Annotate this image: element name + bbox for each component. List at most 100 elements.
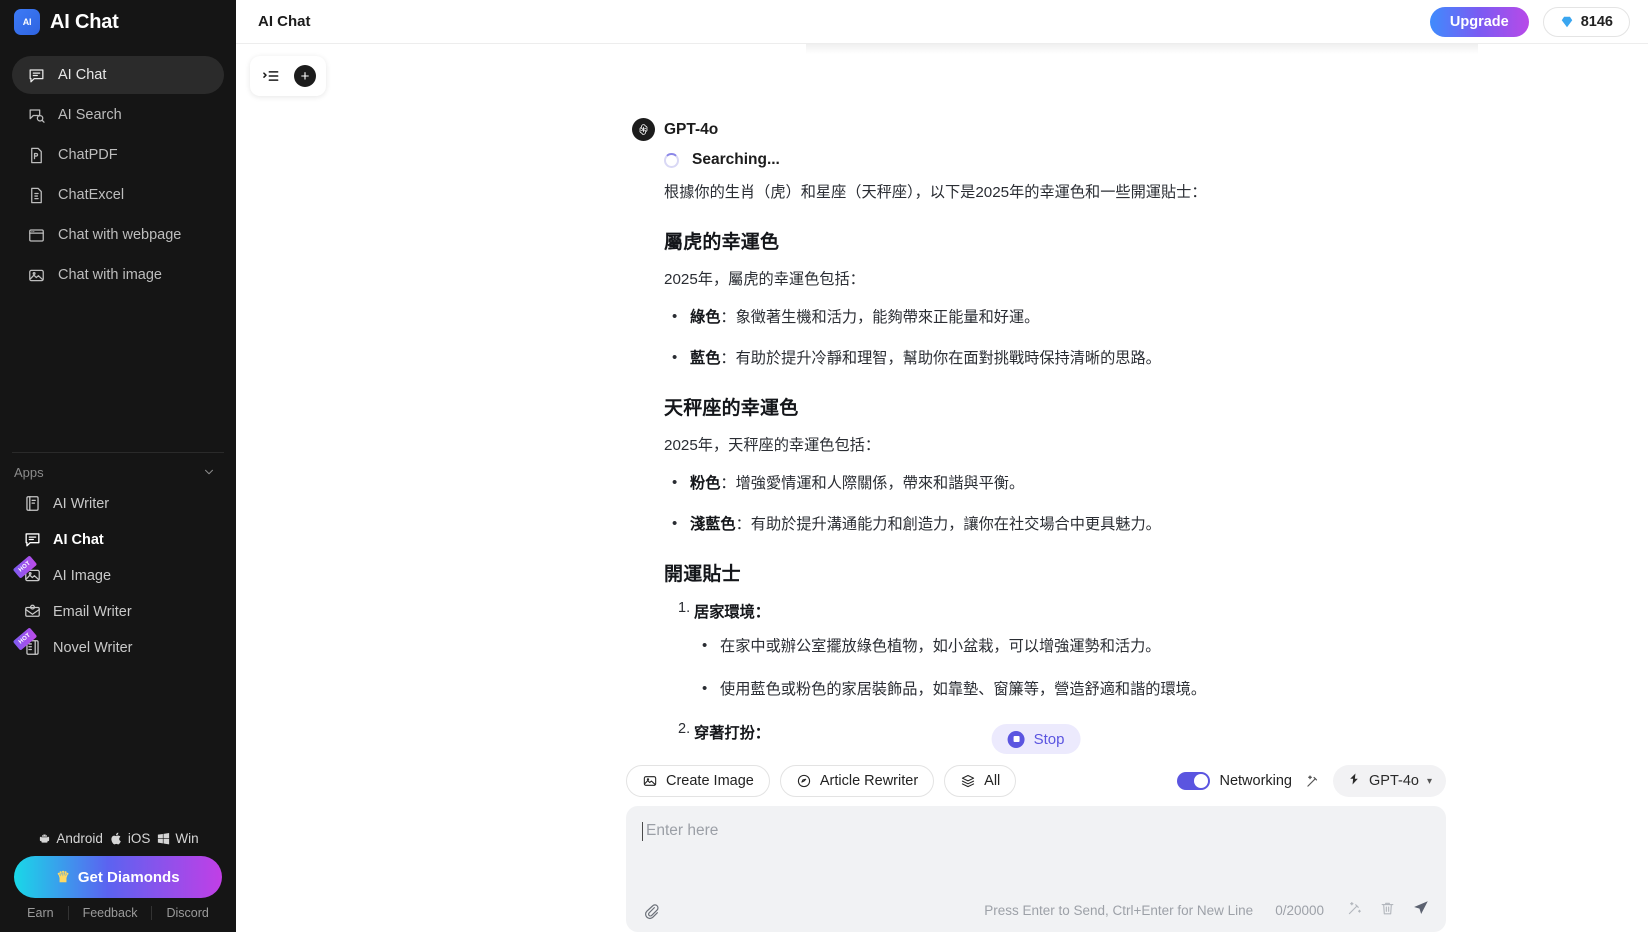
image-icon	[26, 265, 46, 285]
all-tools-button[interactable]: All	[944, 765, 1017, 797]
composer-toolbar: Create Image Article Rewriter All Networ…	[626, 760, 1446, 802]
paperclip-icon[interactable]	[642, 902, 660, 920]
sidebar-item-label: ChatPDF	[58, 147, 118, 163]
tip-title: 居家環境：	[694, 603, 770, 621]
input-hint: Press Enter to Send, Ctrl+Enter for New …	[984, 903, 1254, 918]
page-title: AI Chat	[258, 13, 311, 30]
message-input-box[interactable]: Enter here Press Enter to Send, Ctrl+Ent…	[626, 806, 1446, 932]
message-header: GPT-4o	[632, 118, 1432, 141]
input-footer: Press Enter to Send, Ctrl+Enter for New …	[626, 899, 1446, 922]
create-image-button[interactable]: Create Image	[626, 765, 770, 797]
search-input-placeholder: Enter here	[646, 822, 719, 839]
history-list-icon[interactable]	[260, 65, 282, 87]
app-item-ai-image[interactable]: HOT AI Image	[0, 554, 236, 594]
app-item-label: AI Writer	[53, 495, 110, 512]
message-model-name: GPT-4o	[664, 120, 719, 138]
main-panel: AI Chat Upgrade 8146 + GPT-4o Searching.…	[236, 0, 1648, 932]
app-item-ai-chat[interactable]: AI Chat	[0, 522, 236, 558]
app-item-novel-writer[interactable]: HOT Novel Writer	[0, 626, 236, 666]
magic-wand-icon[interactable]	[1346, 900, 1363, 922]
chat-bubble-icon	[22, 530, 42, 550]
diamond-balance-chip[interactable]: 8146	[1542, 6, 1630, 37]
networking-label: Networking	[1219, 773, 1292, 789]
app-item-label: Novel Writer	[53, 639, 133, 656]
brand[interactable]: AI AI Chat	[0, 0, 236, 44]
topbar-actions: Upgrade 8146	[1429, 6, 1630, 37]
chevron-down-icon[interactable]	[202, 465, 216, 479]
networking-toggle[interactable]: Networking	[1177, 772, 1292, 790]
composer: Stop Create Image Article Rewriter All N…	[626, 724, 1446, 932]
app-item-ai-writer[interactable]: AI Writer	[0, 486, 236, 522]
model-selector[interactable]: GPT-4o ▾	[1333, 765, 1446, 797]
apps-section-label: Apps	[14, 464, 44, 480]
article-rewriter-button[interactable]: Article Rewriter	[779, 765, 935, 797]
chat-bubble-icon	[26, 65, 46, 85]
sidebar-footer-links: Earn Feedback Discord	[0, 906, 236, 932]
footer-link-discord[interactable]: Discord	[151, 906, 222, 920]
brand-logo-text: AI	[22, 17, 32, 27]
chat-content-area: + GPT-4o Searching... 根據你的生肖（虎）和星座（天秤座），…	[236, 44, 1648, 932]
envelope-icon	[22, 602, 42, 622]
tip-sublist: 在家中或辦公室擺放綠色植物，如小盆栽，可以增強運勢和活力。 使用藍色或粉色的家居…	[694, 635, 1432, 702]
get-diamonds-button[interactable]: ♛ Get Diamonds	[14, 856, 222, 898]
section-lead-2: 2025年，天秤座的幸運色包括：	[664, 436, 881, 454]
app-item-label: AI Image	[53, 567, 112, 584]
sidebar-item-chat-with-image[interactable]: Chat with image	[12, 256, 224, 294]
platform-label: Win	[175, 831, 199, 846]
list-item: 綠色：象徵著生機和活力，能夠帶來正能量和好運。	[664, 306, 1432, 330]
bullet-term: 粉色	[690, 475, 721, 493]
sidebar-item-chat-with-webpage[interactable]: Chat with webpage	[12, 216, 224, 254]
diamond-icon	[1560, 15, 1574, 29]
app-item-email-writer[interactable]: Email Writer	[0, 594, 236, 630]
trash-icon[interactable]	[1379, 900, 1396, 922]
scroll-shadow	[806, 44, 1478, 54]
app-item-label: Email Writer	[53, 603, 132, 620]
apple-icon	[109, 831, 124, 846]
bolt-icon	[1347, 772, 1361, 790]
sidebar-item-chatexcel[interactable]: ChatExcel	[12, 176, 224, 214]
stop-button[interactable]: Stop	[991, 724, 1081, 754]
list-item: 藍色：有助於提升冷靜和理智，幫助你在面對挑戰時保持清晰的思路。	[664, 347, 1432, 371]
sidebar-item-chatpdf[interactable]: ChatPDF	[12, 136, 224, 174]
send-icon[interactable]	[1412, 899, 1430, 922]
list-item: 居家環境： 在家中或辦公室擺放綠色植物，如小盆栽，可以增強運勢和活力。 使用藍色…	[664, 600, 1432, 702]
get-diamonds-label: Get Diamonds	[77, 868, 180, 886]
image-icon	[642, 773, 658, 789]
windows-icon	[156, 831, 171, 846]
magic-wand-icon[interactable]	[1304, 773, 1321, 790]
platform-win[interactable]: Win	[156, 831, 199, 846]
platform-label: Android	[56, 831, 103, 846]
list-item: 粉色：增強愛情運和人際關係，帶來和諧與平衡。	[664, 472, 1432, 496]
platform-ios[interactable]: iOS	[109, 831, 151, 846]
apps-section-header[interactable]: Apps	[0, 453, 236, 486]
floating-toolbar: +	[250, 56, 326, 96]
upgrade-button[interactable]: Upgrade	[1429, 6, 1529, 37]
text-caret	[642, 822, 643, 841]
loading-spinner-icon	[664, 152, 679, 168]
assistant-message: GPT-4o Searching... 根據你的生肖（虎）和星座（天秤座），以下…	[632, 118, 1432, 743]
android-icon	[37, 831, 52, 846]
platform-android[interactable]: Android	[37, 831, 103, 846]
sidebar-item-label: ChatExcel	[58, 187, 125, 203]
bullet-term: 綠色	[690, 309, 721, 327]
sidebar-item-ai-search[interactable]: AI Search	[12, 96, 224, 134]
platform-label: iOS	[127, 831, 151, 846]
list-item: 淺藍色：有助於提升溝通能力和創造力，讓你在社交場合中更具魅力。	[664, 513, 1432, 537]
footer-link-feedback[interactable]: Feedback	[67, 906, 152, 920]
list-item: 使用藍色或粉色的家居裝飾品，如靠墊、窗簾等，營造舒適和諧的環境。	[694, 678, 1432, 702]
bullet-text: ：增強愛情運和人際關係，帶來和諧與平衡。	[720, 475, 1025, 493]
sidebar-item-label: Chat with webpage	[58, 227, 182, 243]
layers-icon	[960, 773, 976, 789]
primary-nav: AI Chat AI Search ChatPDF ChatExcel Chat…	[0, 56, 236, 296]
browser-window-icon	[26, 225, 46, 245]
footer-link-earn[interactable]: Earn	[13, 906, 67, 920]
stop-label: Stop	[1033, 730, 1065, 748]
plus-icon[interactable]: +	[294, 65, 316, 87]
chevron-down-icon: ▾	[1426, 775, 1432, 787]
toggle-switch[interactable]	[1177, 772, 1211, 790]
section-heading-2: 天秤座的幸運色	[664, 397, 799, 419]
search-chat-icon	[26, 105, 46, 125]
sidebar-item-ai-chat[interactable]: AI Chat	[12, 56, 224, 94]
bullet-text: ：象徵著生機和活力，能夠帶來正能量和好運。	[720, 309, 1040, 327]
rewrite-icon	[796, 773, 812, 789]
